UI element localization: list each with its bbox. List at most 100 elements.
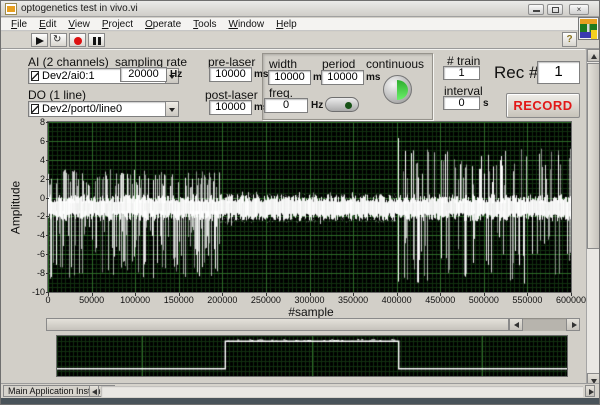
scrollbar-thumb[interactable] [46,318,509,331]
freq-field[interactable]: 0 [264,98,308,113]
scroll-right-button[interactable] [585,385,595,397]
y-tick: -2 [19,211,45,221]
arrow-left-icon [514,322,519,328]
loop-icon: ↻ [53,34,61,45]
interval-unit: s [483,98,489,109]
width-label: width [269,57,297,71]
menu-view[interactable]: View [62,19,96,30]
period-label: period [322,57,355,71]
arrow-up-icon [591,54,597,59]
do-line-value: Dev2/port0/line0 [42,103,122,115]
pre-laser-field[interactable]: 10000 [209,67,252,82]
scroll-left-button[interactable] [509,318,523,331]
scrollbar-thumb[interactable] [587,63,600,249]
ai-label: AI (2 channels) [28,55,109,69]
y-tick: 4 [19,155,45,165]
x-tick: 400000 [379,295,415,305]
rec-number-field[interactable]: 1 [537,61,580,84]
y-tick: 0 [19,193,45,203]
abort-icon [74,37,82,45]
context-help-button[interactable]: ? [562,32,577,47]
pause-icon [93,37,96,45]
maximize-button[interactable] [547,4,563,15]
period-unit: ms [366,72,380,83]
y-axis-label: Amplitude [9,123,22,293]
toggle-led [345,102,352,109]
do-dropdown-button[interactable] [165,102,178,116]
y-tick: -6 [19,249,45,259]
freq-unit: Hz [311,100,323,111]
width-field[interactable]: 10000 [268,70,311,85]
x-tick: 600000 [553,295,589,305]
amplitude-chart [48,122,571,292]
x-tick: 350000 [335,295,371,305]
run-continuous-button[interactable]: ↻ [50,33,67,47]
x-tick: 0 [30,295,66,305]
io-name-icon [31,104,39,114]
interval-field[interactable]: 0 [443,96,480,110]
x-tick: 100000 [117,295,153,305]
record-button[interactable]: RECORD [506,93,580,118]
y-tick: 8 [19,117,45,127]
x-tick: 150000 [161,295,197,305]
sampling-rate-field[interactable]: 20000 [120,67,167,82]
do-label: DO (1 line) [28,88,86,102]
window-titlebar: optogenetics test in vivo.vi × [1,1,599,17]
x-tick: 500000 [466,295,502,305]
y-tick: -8 [19,268,45,278]
menu-edit[interactable]: Edit [33,19,62,30]
scroll-right-button[interactable] [566,318,580,331]
close-button[interactable]: × [569,4,589,15]
freq-toggle-button[interactable] [325,97,359,112]
run-icon [36,37,44,45]
menu-project[interactable]: Project [96,19,139,30]
app-window: optogenetics test in vivo.vi × File Edit… [0,0,600,405]
x-axis-label: #sample [231,305,391,319]
train-field[interactable]: 1 [443,66,480,80]
menu-bar: File Edit View Project Operate Tools Win… [1,18,599,31]
x-tick: 300000 [292,295,328,305]
ai-channel-value: Dev2/ai0:1 [42,70,95,82]
period-field[interactable]: 10000 [321,70,364,85]
run-button[interactable] [31,33,48,47]
laser-chart-frame [56,335,568,377]
labview-app-icon [5,3,17,15]
y-tick: -4 [19,230,45,240]
continuous-label: continuous [366,57,424,71]
chevron-down-icon [169,108,175,112]
continuous-led [397,80,408,100]
chart-x-scrollbar[interactable] [46,318,580,331]
menu-tools[interactable]: Tools [187,19,222,30]
x-tick: 550000 [509,295,545,305]
x-tick: 450000 [422,295,458,305]
x-tick: 250000 [248,295,284,305]
scroll-up-button[interactable] [587,49,600,62]
do-line-dropdown[interactable]: Dev2/port0/line0 [28,101,179,117]
y-tick: 2 [19,174,45,184]
pause-button[interactable] [88,33,105,47]
window-title: optogenetics test in vivo.vi [21,3,138,14]
sampling-rate-unit: Hz [170,69,182,80]
x-tick: 200000 [204,295,240,305]
menu-help[interactable]: Help [270,19,303,30]
window-h-scrollbar[interactable] [101,386,583,397]
io-name-icon [31,71,39,81]
continuous-button[interactable] [383,75,412,104]
post-laser-field[interactable]: 10000 [209,100,252,115]
menu-file[interactable]: File [5,19,33,30]
laser-pulse-chart [57,336,567,376]
minimize-button[interactable] [528,4,544,15]
rec-label: Rec # [494,63,538,83]
menu-window[interactable]: Window [223,19,271,30]
vi-icon[interactable] [578,17,599,40]
vi-toolbar: ↻ [1,32,599,49]
scroll-left-button[interactable] [89,385,99,397]
status-bar: Main Application Instance [1,383,600,398]
arrow-left-icon [92,389,97,395]
arrow-right-icon [589,389,594,395]
abort-button[interactable] [69,33,86,47]
menu-operate[interactable]: Operate [139,19,187,30]
window-v-scrollbar[interactable] [586,49,600,386]
arrow-right-icon [572,322,577,328]
x-tick: 50000 [74,295,110,305]
